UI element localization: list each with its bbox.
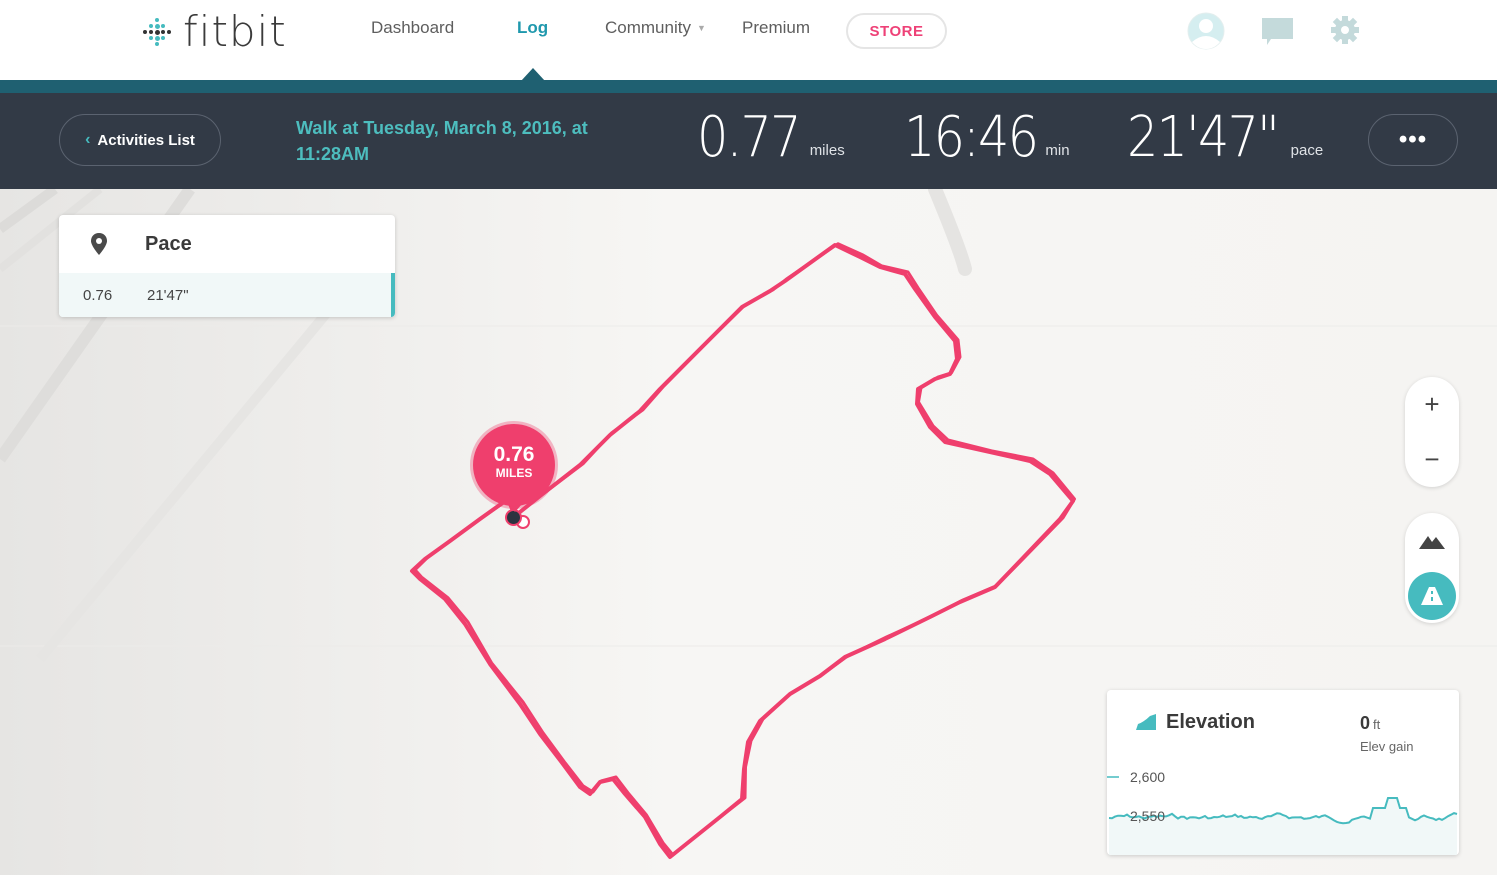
logo-text: fitbit [183, 7, 287, 56]
pace-row-pace: 21'47" [147, 286, 189, 304]
activity-title: Walk at Tuesday, March 8, 2016, at 11:28… [296, 118, 588, 164]
avatar-icon[interactable] [1186, 12, 1226, 55]
chevron-down-icon: ▼ [696, 23, 706, 33]
terrain-icon [1419, 535, 1445, 549]
stat-pace-value: 21'47" [1127, 105, 1280, 170]
chevron-left-icon: ‹ [85, 131, 91, 148]
stat-duration-value: 16:46 [904, 105, 1039, 170]
elevation-panel: Elevation 0 ft Elev gain 2,600 2,550 [1107, 690, 1459, 855]
pace-row-distance: 0.76 [83, 286, 113, 304]
stat-distance-value: 0.77 [697, 105, 801, 170]
store-button[interactable]: STORE [846, 13, 947, 49]
stat-distance: 0.77 miles [697, 107, 845, 169]
top-navigation: fitbit Dashboard Log Community ▼ Premium … [0, 0, 1497, 80]
pace-panel-header: Pace [59, 215, 395, 273]
zoom-in-button[interactable]: + [1405, 377, 1459, 432]
map-zoom-controls: + − [1405, 377, 1459, 487]
nav-community-label: Community [605, 18, 691, 37]
terrain-layer-button[interactable] [1405, 513, 1459, 568]
road-layer-button[interactable] [1405, 568, 1459, 623]
stat-distance-unit: miles [809, 142, 845, 159]
pace-panel: Pace 0.76 21'47" [59, 215, 395, 317]
nav-premium[interactable]: Premium [742, 18, 810, 38]
stat-pace: 21'47" pace [1127, 107, 1323, 169]
accent-bar [0, 80, 1497, 93]
elevation-tick-2550: 2,550 [1130, 808, 1166, 824]
map-layer-controls [1405, 513, 1459, 623]
activity-header: ‹ Activities List Walk at Tuesday, March… [0, 93, 1497, 189]
fitbit-logo[interactable]: fitbit [141, 10, 287, 54]
elevation-tick-2600: 2,600 [1130, 769, 1166, 785]
nav-community[interactable]: Community ▼ [605, 18, 706, 38]
fitbit-logo-icon [141, 16, 173, 48]
pace-row[interactable]: 0.76 21'47" [59, 273, 395, 317]
pace-panel-title: Pace [145, 232, 192, 255]
elevation-area [1109, 798, 1457, 855]
settings-gear-icon[interactable] [1330, 15, 1360, 50]
nav-dashboard[interactable]: Dashboard [371, 18, 454, 38]
stat-duration-unit: min [1045, 142, 1070, 159]
more-options-button[interactable]: ••• [1368, 114, 1458, 166]
location-pin-icon [91, 233, 107, 255]
zoom-out-button[interactable]: − [1405, 432, 1459, 487]
activities-list-button[interactable]: ‹ Activities List [59, 114, 221, 166]
marker-value: 0.76 [493, 443, 535, 466]
marker-unit: MILES [495, 466, 533, 480]
road-icon [1421, 586, 1443, 605]
stat-pace-unit: pace [1290, 142, 1324, 159]
activities-list-label: Activities List [97, 131, 195, 149]
distance-marker[interactable]: 0.76 MILES [473, 424, 555, 506]
messages-icon[interactable] [1261, 17, 1295, 52]
nav-log[interactable]: Log [517, 18, 548, 38]
stat-duration: 16:46 min [904, 107, 1070, 169]
